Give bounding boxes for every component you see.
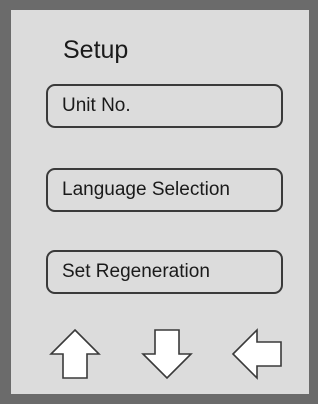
back-arrow-icon xyxy=(231,328,282,380)
up-arrow-icon xyxy=(49,328,101,379)
set-regeneration-button[interactable]: Set Regeneration xyxy=(46,250,283,294)
up-arrow-button[interactable] xyxy=(47,326,103,382)
language-selection-button[interactable]: Language Selection xyxy=(46,168,283,212)
language-selection-label: Language Selection xyxy=(62,179,230,200)
unit-no-button[interactable]: Unit No. xyxy=(46,84,283,128)
down-arrow-button[interactable] xyxy=(139,326,195,382)
down-arrow-icon xyxy=(141,329,193,380)
device-bezel: Setup Unit No. Language Selection Set Re… xyxy=(0,0,318,404)
unit-no-label: Unit No. xyxy=(62,95,131,116)
page-title: Setup xyxy=(63,36,129,64)
display-screen: Setup Unit No. Language Selection Set Re… xyxy=(11,10,309,394)
back-arrow-button[interactable] xyxy=(229,326,285,382)
set-regeneration-label: Set Regeneration xyxy=(62,261,210,282)
